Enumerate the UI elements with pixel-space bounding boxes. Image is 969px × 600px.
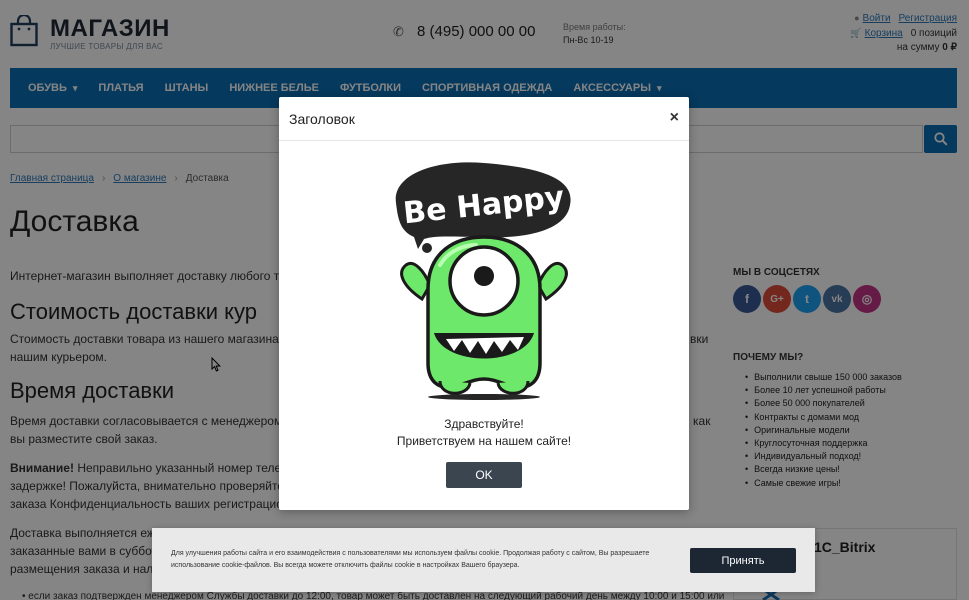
be-happy-monster-image: Be Happy — [395, 162, 571, 400]
accept-cookies-button[interactable]: Принять — [690, 548, 796, 573]
modal-title: Заголовок — [289, 111, 355, 127]
cookie-text: Для улучшения работы сайта и его взаимод… — [171, 550, 650, 569]
modal-header: Заголовок × — [279, 97, 689, 141]
greeting-modal: Заголовок × Be Happy Здравствуйте! Приве… — [279, 97, 689, 510]
close-icon[interactable]: × — [670, 109, 679, 127]
ok-button[interactable]: OK — [446, 462, 522, 488]
modal-welcome: Приветствуем на нашем сайте! — [396, 434, 572, 448]
modal-message: Здравствуйте! Приветствуем на нашем сайт… — [279, 416, 689, 450]
cookie-banner: Для улучшения работы сайта и его взаимод… — [152, 528, 815, 592]
modal-greeting: Здравствуйте! — [444, 417, 524, 431]
